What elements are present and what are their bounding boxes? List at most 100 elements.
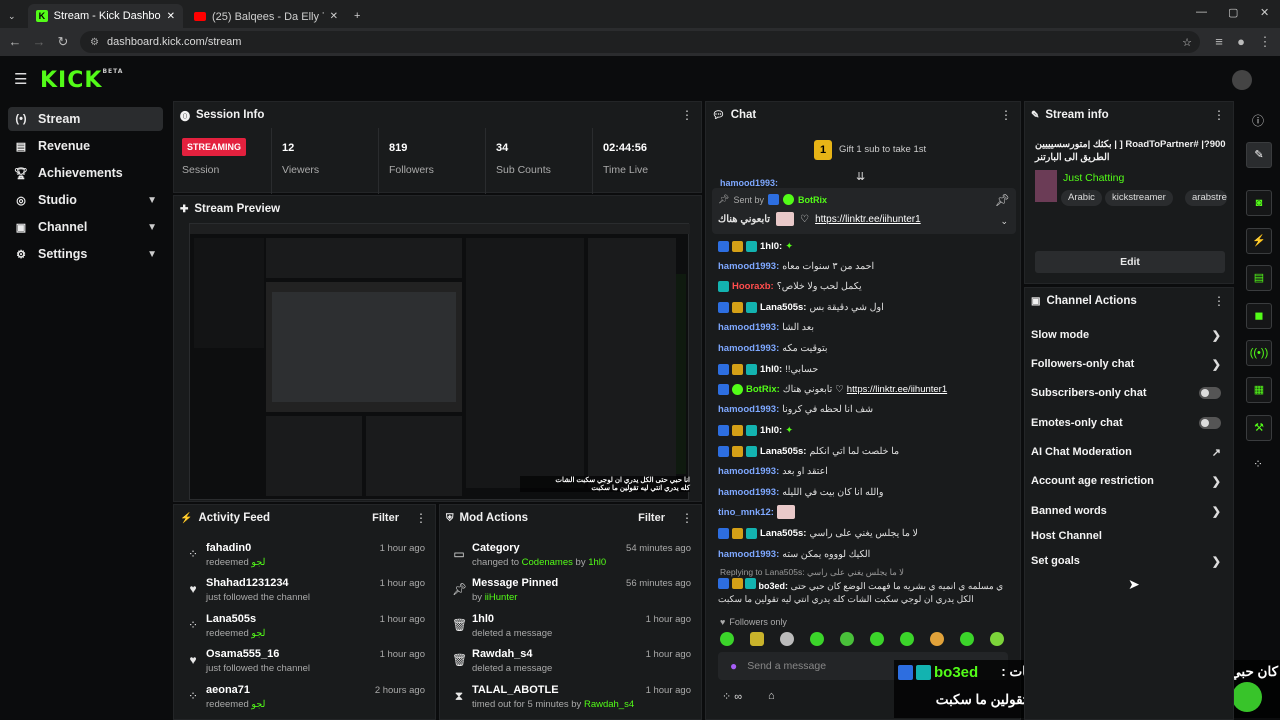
document-icon[interactable]: ▤: [1246, 265, 1272, 291]
emote-icon[interactable]: [900, 632, 914, 646]
emote-icon[interactable]: [750, 632, 764, 646]
chat-message[interactable]: 1hl0: ✦: [718, 421, 1008, 439]
lightning-icon[interactable]: ⚡: [1246, 228, 1272, 254]
activity-row[interactable]: ⁘ Lana505s redeemed لجو 1 hour ago: [174, 609, 435, 643]
sidebar-item-stream[interactable]: (•) Stream: [8, 107, 163, 131]
category-name[interactable]: Just Chatting: [1063, 172, 1124, 184]
mod-row[interactable]: 📌︎ Message Pinned by iiHunter 56 minutes ag…: [440, 573, 701, 607]
chat-message[interactable]: hamood1993: شف انا لحظه في كرونا: [718, 400, 1008, 418]
more-tools-icon[interactable]: ⁘: [1253, 457, 1263, 471]
back-icon[interactable]: ←: [6, 33, 24, 51]
stream-tag[interactable]: arabstreame: [1185, 190, 1227, 206]
layout-icon[interactable]: ▦: [1246, 377, 1272, 403]
sidebar-item-settings[interactable]: ⚙ Settings ▼: [8, 242, 163, 266]
sidebar-item-studio[interactable]: ◎ Studio ▼: [8, 188, 163, 212]
sidebar-item-channel[interactable]: ▣ Channel ▼: [8, 215, 163, 239]
emote-icon[interactable]: [780, 632, 794, 646]
chat-bubble-icon[interactable]: ◼: [1246, 303, 1272, 329]
stream-tag[interactable]: Arabic: [1061, 190, 1102, 206]
mod-filter-button[interactable]: Filter: [638, 512, 665, 524]
chat-message[interactable]: Lana505s: لا ما يجلس يغني على راسي: [718, 524, 1008, 542]
subscribers-only-row[interactable]: Subscribers-only chat: [1031, 382, 1221, 404]
kebab-menu-icon[interactable]: ⋮: [1000, 108, 1012, 122]
chat-message[interactable]: Lana505s: ما خلصت لما اتي انكلم: [718, 442, 1008, 460]
kebab-menu-icon[interactable]: ⋮: [415, 511, 427, 525]
mod-row[interactable]: 🗑︎ Rawdah_s4 deleted a message 1 hour ago: [440, 644, 701, 678]
chat-message[interactable]: hamood1993: الكيك لوووه يمكن سته: [718, 545, 1008, 563]
chat-message[interactable]: Lana505s: اول شي دقيقة بس: [718, 298, 1008, 316]
url-field[interactable]: ⚙ dashboard.kick.com/stream ☆: [80, 31, 1200, 53]
chevron-down-icon[interactable]: ⌄: [1000, 216, 1008, 227]
emote-icon[interactable]: [960, 632, 974, 646]
browser-menu-icon[interactable]: ⋮: [1256, 33, 1274, 51]
emotes-only-row[interactable]: Emotes-only chat: [1031, 412, 1221, 434]
capture-icon[interactable]: ◙: [1246, 190, 1272, 216]
slow-mode-row[interactable]: Slow mode ❯: [1031, 324, 1221, 346]
emote-icon[interactable]: [990, 632, 1004, 646]
mic-icon[interactable]: ●: [730, 659, 737, 673]
wrench-icon[interactable]: ⚒: [1246, 415, 1272, 441]
kebab-menu-icon[interactable]: ⋮: [1213, 108, 1225, 122]
store-icon[interactable]: ⌂: [768, 690, 775, 702]
unpin-icon[interactable]: 📌︎: [995, 193, 1010, 207]
forward-icon[interactable]: →: [30, 33, 48, 51]
sidebar-item-achievements[interactable]: 🏆︎ Achievements: [8, 161, 163, 185]
chat-message[interactable]: hamood1993: اعتقد او بعد: [718, 462, 1008, 480]
subscribers-only-toggle[interactable]: [1199, 387, 1221, 399]
edit-layout-icon[interactable]: ✎: [1246, 142, 1272, 168]
hamburger-menu-icon[interactable]: ☰: [14, 70, 27, 88]
account-age-row[interactable]: Account age restriction ❯: [1031, 470, 1221, 492]
close-icon[interactable]: ✕: [330, 11, 338, 22]
chat-message[interactable]: hamood1993: احمد من ٣ سنوات معاه: [718, 257, 1008, 275]
activity-row[interactable]: ♥ Shahad1231234 just followed the channel 1…: [174, 573, 435, 607]
scroll-to-bottom-icon[interactable]: ⇊: [856, 170, 865, 183]
info-icon[interactable]: ⓘ: [1252, 112, 1264, 129]
media-control-icon[interactable]: ≡: [1210, 33, 1228, 51]
window-close-icon[interactable]: ✕: [1260, 6, 1269, 19]
profile-icon[interactable]: ●: [1232, 33, 1250, 51]
chat-message[interactable]: 1hl0: ✦: [718, 237, 1008, 255]
emote-icon[interactable]: [930, 632, 944, 646]
chat-message[interactable]: 1hl0: حسابي!!: [718, 360, 1008, 378]
host-channel-row[interactable]: Host Channel: [1031, 525, 1221, 547]
edit-button[interactable]: Edit: [1035, 251, 1225, 273]
chat-message[interactable]: BotRix: تابعوني هناك ♡ https://linktr.ee/ii…: [718, 380, 1008, 398]
mod-row[interactable]: ⧗ TALAL_ABOTLE timed out for 5 minutes by …: [440, 680, 701, 714]
kebab-menu-icon[interactable]: ⋮: [681, 511, 693, 525]
site-info-icon[interactable]: ⚙: [90, 37, 99, 48]
mod-row[interactable]: ▭ Category changed to Codenames by 1hl0 54 …: [440, 538, 701, 572]
preview-video[interactable]: انا حبي حتى الكل يدري ان لوجي سكبت الشات…: [189, 223, 690, 500]
pinned-message[interactable]: 📌︎ Sent by BotRix تابعوني هناك ♡ https:/…: [712, 188, 1016, 234]
kick-logo[interactable]: KICKBETA: [40, 68, 123, 93]
close-icon[interactable]: ✕: [167, 11, 175, 22]
activity-row[interactable]: ⁘ fahadin0 redeemed لجو 1 hour ago: [174, 538, 435, 572]
emote-icon[interactable]: [810, 632, 824, 646]
sidebar-item-revenue[interactable]: ▤ Revenue: [8, 134, 163, 158]
emote-icon[interactable]: [840, 632, 854, 646]
reload-icon[interactable]: ↻: [54, 33, 72, 51]
chat-message[interactable]: Hooraxb: يكمل لحب ولا خلاص؟: [718, 277, 1008, 295]
chat-message[interactable]: hamood1993: والله انا كان بيت في الليله: [718, 483, 1008, 501]
ai-moderation-row[interactable]: AI Chat Moderation ↗: [1031, 441, 1221, 463]
chat-link[interactable]: https://linktr.ee/iihunter1: [847, 384, 947, 395]
tab-search-button[interactable]: ⌄: [2, 4, 24, 28]
kebab-menu-icon[interactable]: ⋮: [1213, 294, 1225, 308]
stream-tag[interactable]: kickstreamer: [1105, 190, 1173, 206]
mod-row[interactable]: 🗑︎ 1hl0 deleted a message 1 hour ago: [440, 609, 701, 643]
bookmark-star-icon[interactable]: ☆: [1182, 36, 1192, 49]
browser-tab-youtube[interactable]: (25) Balqees - Da Elly 7sal | "بلقيس - د…: [186, 4, 346, 28]
browser-tab-kick[interactable]: K Stream - Kick Dashboard ✕: [28, 4, 183, 28]
chat-tools-icon[interactable]: ⁘ ∞: [722, 690, 742, 703]
minimize-icon[interactable]: —: [1196, 6, 1207, 18]
banned-words-row[interactable]: Banned words ❯: [1031, 500, 1221, 522]
broadcast-icon[interactable]: ((•)): [1246, 340, 1272, 366]
chat-message[interactable]: tino_mnk12:: [718, 503, 1008, 521]
user-avatar[interactable]: [1232, 70, 1252, 90]
activity-row[interactable]: ♥ Osama555_16 just followed the channel 1 h…: [174, 644, 435, 678]
activity-filter-button[interactable]: Filter: [372, 512, 399, 524]
emote-icon[interactable]: [720, 632, 734, 646]
emotes-only-toggle[interactable]: [1199, 417, 1221, 429]
gift-sub-text[interactable]: Gift 1 sub to take 1st: [839, 144, 926, 155]
pinned-link[interactable]: https://linktr.ee/iihunter1: [815, 214, 921, 225]
chat-reply-message[interactable]: bo3ed: ي مسلمه ي انميه ي بشريه ما فهمت ا…: [718, 578, 1004, 606]
